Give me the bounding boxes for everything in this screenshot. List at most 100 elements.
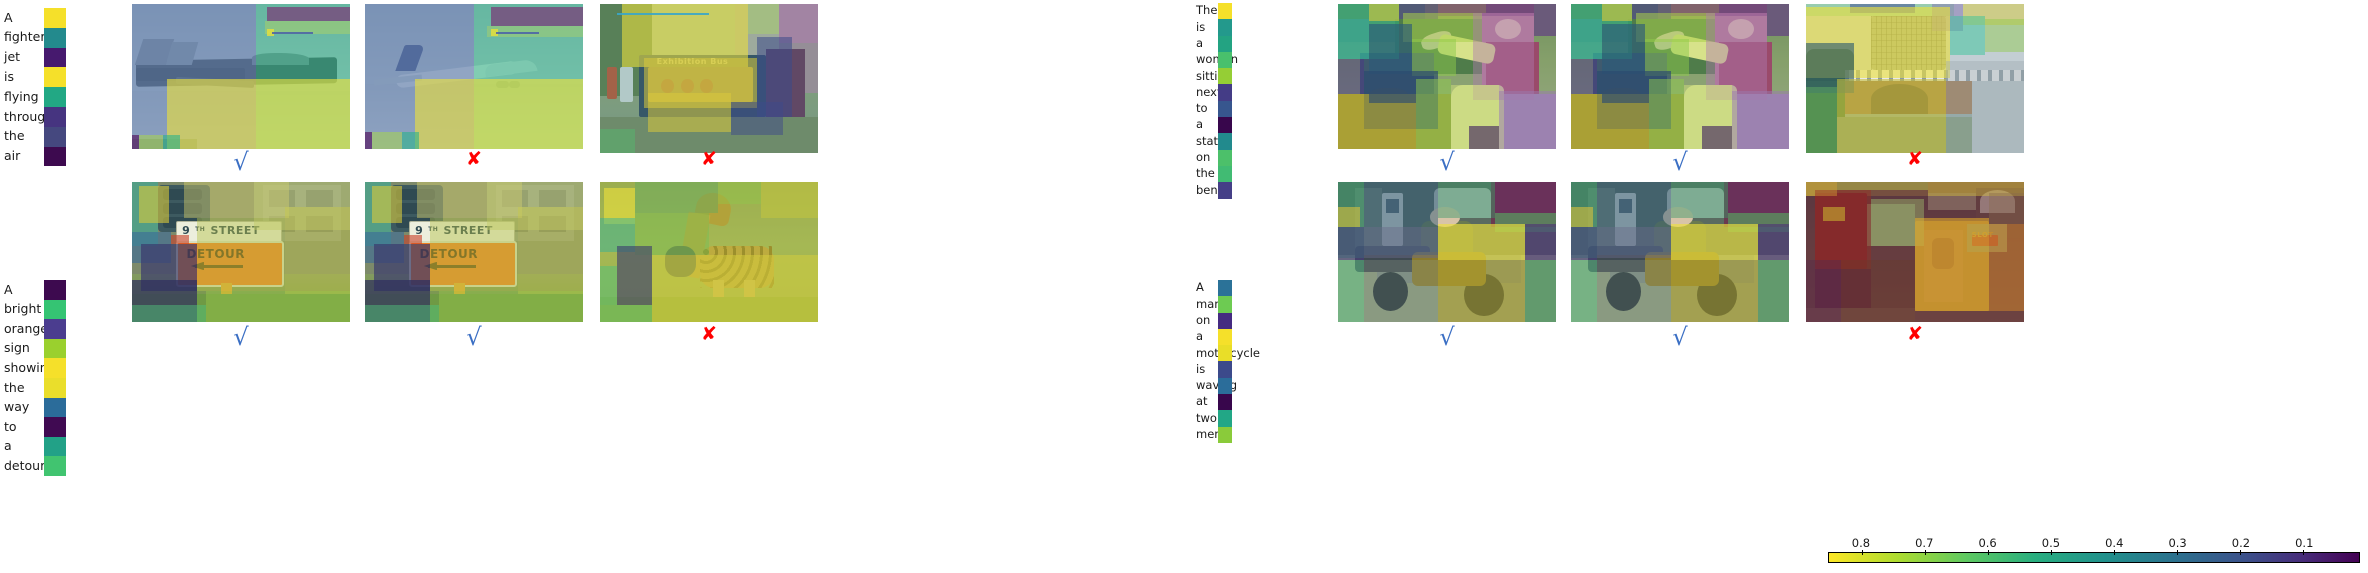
- attention-patch: [1338, 226, 1365, 261]
- caption-word: is: [4, 69, 14, 85]
- heatmap-layer: [1338, 4, 1556, 149]
- heatmap-layer: [600, 182, 818, 322]
- attention-patch: [1571, 260, 1598, 322]
- attention-patch: [439, 291, 583, 322]
- attention-overlay-image[interactable]: [1571, 4, 1789, 149]
- panel-gasholder-bridge[interactable]: [1806, 4, 2024, 153]
- attention-patch: [1758, 260, 1789, 322]
- colorbar-tick-mark: [2240, 550, 2242, 555]
- word-weight-swatch: [44, 338, 66, 359]
- attention-patch: [1823, 207, 1846, 222]
- word-weight-swatch: [44, 47, 66, 68]
- attention-overlay-image[interactable]: [365, 4, 583, 149]
- attention-overlay-image[interactable]: 9 TH STREET DETOUR: [365, 182, 583, 322]
- attention-patch: [617, 12, 709, 16]
- word-weight-swatch: [44, 27, 66, 48]
- attention-patch: [1758, 224, 1789, 261]
- colorbar-tick-mark: [2177, 550, 2179, 555]
- caption-word-list: Abright orange sign showing the way to a detour: [4, 280, 56, 476]
- colorbar-gradient: [1828, 550, 2360, 563]
- word-weight-swatch: [1218, 133, 1232, 150]
- attention-patch: [652, 254, 818, 322]
- attention-overlay-image[interactable]: [600, 182, 818, 322]
- attention-overlay-image[interactable]: 9 TH STREET DETOUR: [132, 182, 350, 322]
- caption-word: the: [4, 379, 25, 395]
- attention-patch: [730, 102, 784, 136]
- attention-overlay-image[interactable]: [1338, 182, 1556, 322]
- attention-patch: [1601, 4, 1633, 22]
- word-weight-swatch: [1218, 117, 1232, 134]
- caption-word: to: [4, 418, 17, 434]
- attention-overlay-image[interactable]: SLOT: [1806, 182, 2024, 322]
- caption-block-detour-sign: Abright orange sign showing the way to a detour: [4, 280, 66, 476]
- attention-patch: [1806, 260, 1841, 322]
- caption-weight-swatches: [44, 8, 66, 167]
- caption-word-list: Amanon amotorcycleis wavingattwo men: [1196, 280, 1260, 443]
- attention-patch: [647, 93, 731, 133]
- caption-weight-swatches: [1218, 3, 1232, 199]
- correct-mark-icon: √: [1672, 148, 1688, 176]
- caption-block-woman-statue: There is a woman sitting next to a statue on the be…: [1196, 3, 1238, 199]
- attention-patch: [1368, 102, 1417, 149]
- caption-word: is: [1196, 19, 1206, 34]
- panel-motorcycle-b[interactable]: [1571, 182, 1789, 322]
- colorbar-tick-labels: 0.8 0.7 0.6 0.5 0.4 0.3 0.2 0.1: [1828, 536, 2360, 552]
- colorbar-tick-label: 0.4: [2105, 536, 2124, 550]
- attention-patch: [1571, 93, 1602, 149]
- attention-colorbar: 0.8 0.7 0.6 0.5 0.4 0.3 0.2 0.1: [1828, 536, 2360, 563]
- panel-giraffe[interactable]: [600, 182, 818, 322]
- incorrect-mark-icon: ✘: [701, 323, 717, 345]
- colorbar-tick-mark: [1924, 550, 1926, 555]
- caption-weight-swatches: [1218, 280, 1232, 443]
- heatmap-layer: [600, 4, 818, 153]
- caption-word: fighter: [4, 29, 46, 45]
- caption-word: orange: [4, 320, 48, 336]
- panel-woman-statue-a[interactable]: [1338, 4, 1556, 149]
- attention-patch: [1403, 12, 1482, 42]
- caption-word: to: [1196, 101, 1208, 116]
- panel-detour-a[interactable]: 9 TH STREET DETOUR: [132, 182, 350, 322]
- attention-overlay-image[interactable]: Exhibition Bus: [600, 4, 818, 153]
- panel-fighter-jet[interactable]: [132, 4, 350, 149]
- heatmap-layer: [132, 182, 350, 322]
- panel-airliner[interactable]: [365, 4, 583, 149]
- word-weight-swatch: [1218, 51, 1232, 69]
- attention-patch: [197, 218, 285, 292]
- word-weight-swatch: [1218, 182, 1232, 199]
- attention-patch: [1806, 87, 1837, 153]
- attention-patch: [1468, 125, 1500, 149]
- attention-overlay-image[interactable]: [1571, 182, 1789, 322]
- word-weight-swatch: [44, 8, 66, 28]
- attention-overlay-image[interactable]: [1806, 4, 2024, 153]
- attention-patch: [1499, 91, 1556, 149]
- attention-patch: [138, 134, 163, 149]
- panel-detour-b[interactable]: 9 TH STREET DETOUR: [365, 182, 583, 322]
- caption-word: man: [1196, 296, 1222, 311]
- attention-patch: [1525, 224, 1556, 261]
- attention-overlay-image[interactable]: [132, 4, 350, 149]
- word-weight-swatch: [44, 280, 66, 300]
- incorrect-mark-icon: ✘: [701, 148, 717, 170]
- correct-mark-icon: √: [233, 323, 249, 351]
- panel-shop-interior[interactable]: SLOT: [1806, 182, 2024, 322]
- word-weight-swatch: [1218, 165, 1232, 183]
- word-weight-swatch: [1218, 410, 1232, 427]
- caption-word: the: [4, 128, 25, 144]
- attention-patch: [206, 291, 350, 322]
- correct-mark-icon: √: [233, 148, 249, 176]
- panel-woman-statue-b[interactable]: [1571, 4, 1789, 149]
- panel-motorcycle-a[interactable]: [1338, 182, 1556, 322]
- word-weight-swatch: [1218, 426, 1232, 443]
- colorbar-tick-mark: [2051, 550, 2053, 555]
- attention-patch: [271, 31, 313, 35]
- attention-patch: [617, 246, 653, 306]
- panel-exhibition-bus[interactable]: Exhibition Bus: [600, 4, 818, 153]
- attention-patch: [600, 129, 635, 153]
- caption-word: A: [4, 9, 13, 25]
- attention-patch: [1494, 182, 1556, 213]
- word-weight-swatch: [1218, 296, 1232, 313]
- attention-patch: [371, 186, 403, 223]
- attention-patch: [1989, 193, 2024, 224]
- attention-patch: [1338, 59, 1365, 94]
- attention-overlay-image[interactable]: [1338, 4, 1556, 149]
